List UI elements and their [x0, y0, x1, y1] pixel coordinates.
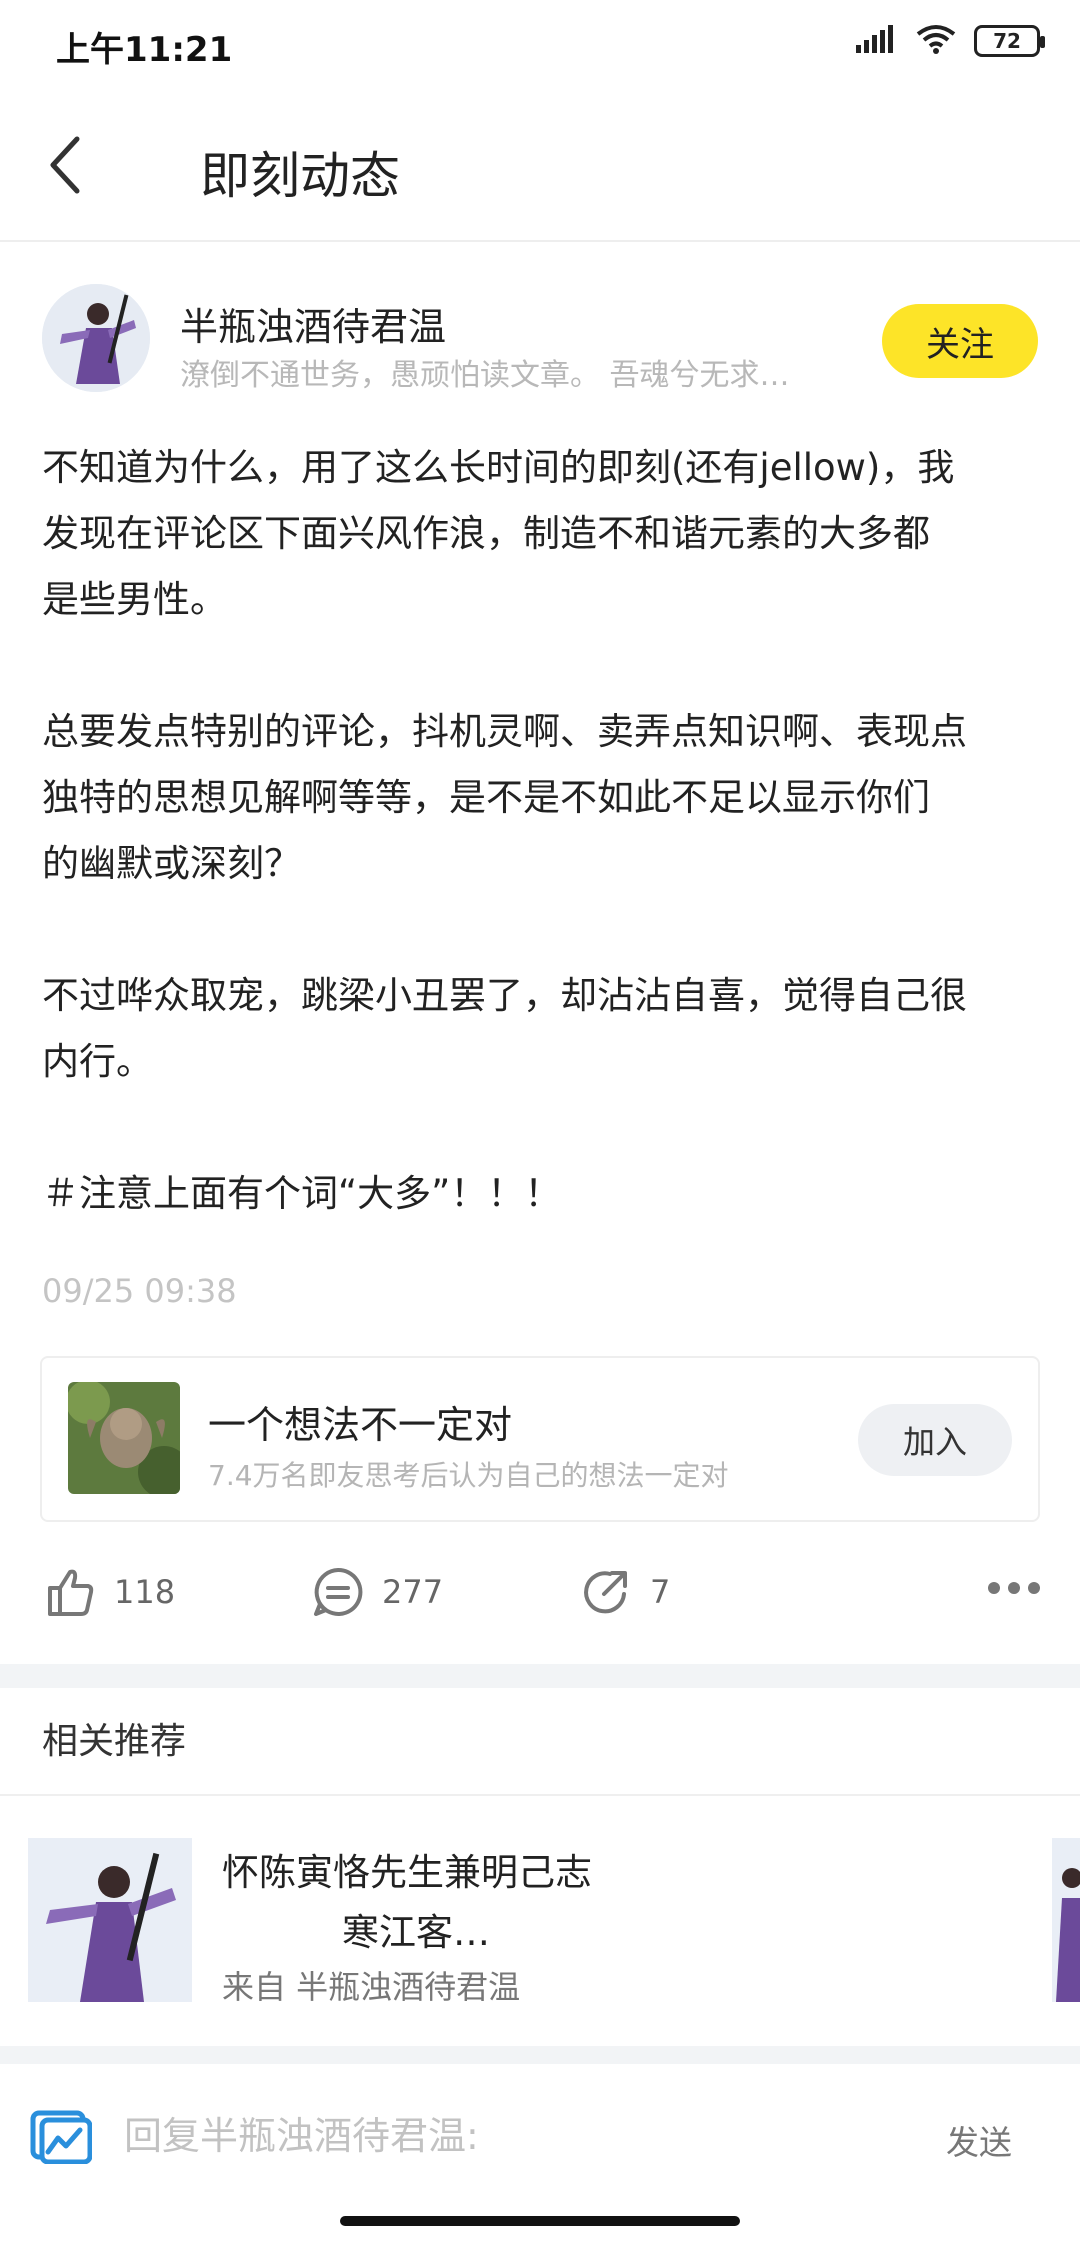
share-count: 7	[650, 1573, 671, 1611]
post-line: 不知道为什么，用了这么长时间的即刻(还有jellow)，我	[42, 446, 955, 489]
action-bar: 118 277 7	[0, 1556, 1080, 1636]
comment-count: 277	[382, 1573, 444, 1611]
wifi-icon	[916, 24, 956, 58]
share-icon	[584, 1571, 627, 1614]
signal-icon	[856, 25, 898, 57]
battery-icon: 72	[974, 25, 1045, 57]
post-line: 独特的思想见解啊等等，是不是不如此不足以显示你们	[42, 776, 930, 819]
comment-icon	[314, 1567, 363, 1616]
back-button[interactable]	[30, 130, 100, 200]
post-line: 总要发点特别的评论，抖机灵啊、卖弄点知识啊、表现点	[42, 710, 967, 753]
section-divider	[0, 1664, 1080, 1688]
reply-input[interactable]	[124, 2108, 884, 2164]
post-line: 的幽默或深刻？	[42, 842, 301, 885]
more-icon[interactable]	[988, 1582, 1040, 1594]
status-time: 上午11:21	[56, 30, 233, 70]
header: 即刻动态	[0, 92, 1080, 242]
related-item-title: 怀陈寅恪先生兼明己志	[222, 1851, 592, 1894]
author-name[interactable]: 半瓶浊酒待君温	[180, 296, 446, 351]
screen: 上午11:21 72 即刻动态 半瓶浊酒待君温 潦倒不通世务，愚顽怕读文章。 吾…	[0, 0, 1080, 2248]
author-row: 半瓶浊酒待君温 潦倒不通世务，愚顽怕读文章。 吾魂兮无求… 关注	[0, 270, 1080, 410]
avatar[interactable]	[42, 284, 150, 392]
post-line: 是些男性。	[42, 578, 227, 621]
join-button[interactable]: 加入	[858, 1404, 1012, 1476]
home-indicator[interactable]	[340, 2216, 740, 2226]
related-item-source: 来自 半瓶浊酒待君温	[222, 1968, 521, 2006]
section-divider	[0, 2046, 1080, 2064]
status-icons: 72	[856, 24, 1045, 58]
related-section-title: 相关推荐	[42, 1721, 187, 1762]
post-content: 不知道为什么，用了这么长时间的即刻(还有jellow)，我 发现在评论区下面兴风…	[42, 435, 1042, 1227]
status-bar: 上午11:21 72	[0, 0, 1080, 92]
comment-button[interactable]: 277	[312, 1566, 443, 1618]
related-item[interactable]: 怀陈寅恪先生兼明己志 寒江客… 来自 半瓶浊酒待君温	[28, 1838, 1080, 2006]
post-line: 内行。	[42, 1040, 153, 1083]
like-button[interactable]: 118	[44, 1566, 175, 1618]
topic-title: 一个想法不一定对	[208, 1403, 513, 1447]
post-timestamp: 09/25 09:38	[42, 1272, 237, 1310]
topic-card[interactable]: 一个想法不一定对 7.4万名即友思考后认为自己的想法一定对 加入	[40, 1356, 1040, 1522]
post-line: ＃注意上面有个词“大多”！！！	[42, 1172, 562, 1215]
share-button[interactable]: 7	[580, 1566, 670, 1618]
page-title: 即刻动态	[200, 147, 400, 205]
topic-subtitle: 7.4万名即友思考后认为自己的想法一定对	[208, 1459, 729, 1492]
post-line: 发现在评论区下面兴风作浪，制造不和谐元素的大多都	[42, 512, 930, 555]
reply-bar: 发送	[0, 2064, 1080, 2204]
post-line: 不过哗众取宠，跳梁小丑罢了，却沾沾自喜，觉得自己很	[42, 974, 967, 1017]
image-chart-icon[interactable]	[30, 2110, 93, 2168]
divider	[0, 1794, 1080, 1796]
chevron-left-icon	[50, 136, 80, 194]
related-thumbnail	[28, 1838, 192, 2002]
topic-thumbnail	[68, 1382, 180, 1494]
author-bio: 潦倒不通世务，愚顽怕读文章。 吾魂兮无求…	[180, 358, 790, 393]
related-item-peek[interactable]	[1052, 1838, 1080, 2002]
related-item-subtitle: 寒江客…	[342, 1911, 490, 1954]
send-button[interactable]: 发送	[946, 2116, 1012, 2164]
follow-button[interactable]: 关注	[882, 304, 1038, 378]
thumbs-up-icon	[48, 1569, 94, 1616]
like-count: 118	[114, 1573, 176, 1611]
